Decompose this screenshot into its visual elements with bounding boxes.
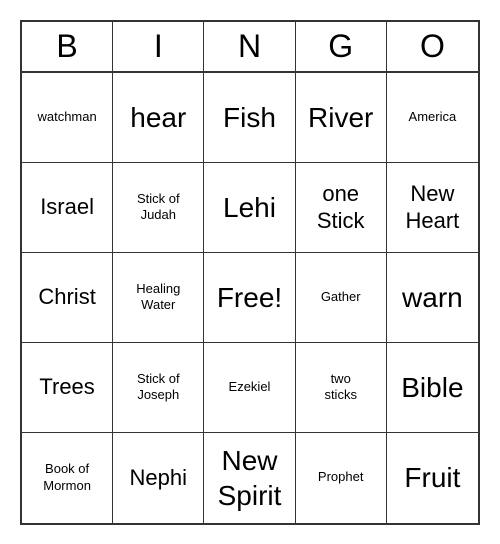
header-letter-n: N — [204, 22, 295, 71]
bingo-cell-6: Stick of Judah — [113, 163, 204, 253]
cell-text-10: Christ — [38, 283, 95, 311]
bingo-cell-7: Lehi — [204, 163, 295, 253]
cell-text-11: Healing Water — [136, 281, 180, 314]
cell-text-15: Trees — [39, 373, 94, 401]
header-letter-o: O — [387, 22, 478, 71]
cell-text-12: Free! — [217, 280, 282, 315]
bingo-cell-20: Book of Mormon — [22, 433, 113, 523]
header-letter-g: G — [296, 22, 387, 71]
bingo-cell-23: Prophet — [296, 433, 387, 523]
cell-text-8: one Stick — [317, 180, 365, 235]
cell-text-22: New Spirit — [218, 443, 282, 513]
bingo-cell-16: Stick of Joseph — [113, 343, 204, 433]
bingo-cell-4: America — [387, 73, 478, 163]
cell-text-21: Nephi — [130, 464, 187, 492]
bingo-cell-15: Trees — [22, 343, 113, 433]
bingo-cell-24: Fruit — [387, 433, 478, 523]
cell-text-0: watchman — [37, 109, 96, 125]
bingo-cell-18: two sticks — [296, 343, 387, 433]
cell-text-23: Prophet — [318, 469, 364, 485]
cell-text-3: River — [308, 100, 373, 135]
bingo-cell-12: Free! — [204, 253, 295, 343]
bingo-cell-19: Bible — [387, 343, 478, 433]
cell-text-24: Fruit — [404, 460, 460, 495]
bingo-cell-14: warn — [387, 253, 478, 343]
cell-text-9: New Heart — [405, 180, 459, 235]
cell-text-5: Israel — [40, 193, 94, 221]
cell-text-1: hear — [130, 100, 186, 135]
bingo-grid: watchman hear Fish River America Israel Stick … — [22, 73, 478, 523]
bingo-cell-13: Gather — [296, 253, 387, 343]
bingo-header: BINGO — [22, 22, 478, 73]
bingo-cell-2: Fish — [204, 73, 295, 163]
cell-text-4: America — [409, 109, 457, 125]
cell-text-18: two sticks — [324, 371, 357, 404]
bingo-cell-9: New Heart — [387, 163, 478, 253]
bingo-cell-17: Ezekiel — [204, 343, 295, 433]
bingo-cell-8: one Stick — [296, 163, 387, 253]
bingo-card: BINGO watchman hear Fish River America Israel… — [20, 20, 480, 525]
cell-text-16: Stick of Joseph — [137, 371, 180, 404]
bingo-cell-1: hear — [113, 73, 204, 163]
cell-text-2: Fish — [223, 100, 276, 135]
bingo-cell-3: River — [296, 73, 387, 163]
cell-text-19: Bible — [401, 370, 463, 405]
cell-text-14: warn — [402, 280, 463, 315]
bingo-cell-21: Nephi — [113, 433, 204, 523]
cell-text-7: Lehi — [223, 190, 276, 225]
cell-text-6: Stick of Judah — [137, 191, 180, 224]
bingo-cell-5: Israel — [22, 163, 113, 253]
bingo-cell-0: watchman — [22, 73, 113, 163]
cell-text-17: Ezekiel — [229, 379, 271, 395]
bingo-cell-22: New Spirit — [204, 433, 295, 523]
bingo-cell-10: Christ — [22, 253, 113, 343]
cell-text-20: Book of Mormon — [43, 461, 91, 494]
bingo-cell-11: Healing Water — [113, 253, 204, 343]
header-letter-i: I — [113, 22, 204, 71]
cell-text-13: Gather — [321, 289, 361, 305]
header-letter-b: B — [22, 22, 113, 71]
